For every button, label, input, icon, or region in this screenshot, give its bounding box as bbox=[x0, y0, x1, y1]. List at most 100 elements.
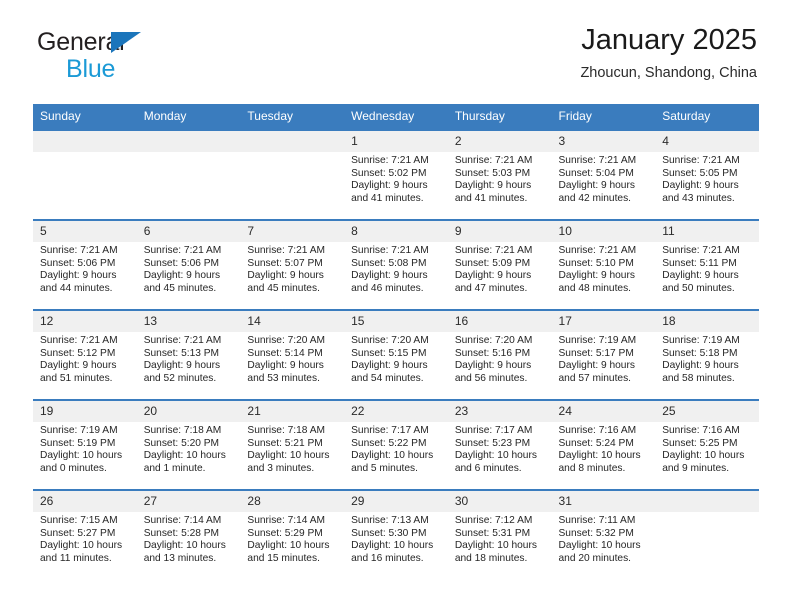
day-details: Sunrise: 7:15 AM Sunset: 5:27 PM Dayligh… bbox=[40, 515, 123, 564]
calendar-day-cell[interactable]: 1 Sunrise: 7:21 AM Sunset: 5:02 PM Daylig… bbox=[344, 129, 448, 220]
logo-blue-label: Blue bbox=[66, 55, 116, 83]
day-details: Sunrise: 7:21 AM Sunset: 5:04 PM Dayligh… bbox=[558, 155, 637, 204]
day-number bbox=[240, 131, 345, 152]
day-number: 30 bbox=[447, 491, 552, 512]
day-number: 14 bbox=[240, 311, 345, 332]
day-number: 10 bbox=[551, 221, 656, 242]
generalblue-logo[interactable]: General Blue bbox=[37, 28, 277, 84]
day-details: Sunrise: 7:21 AM Sunset: 5:06 PM Dayligh… bbox=[143, 245, 222, 294]
calendar-day-cell[interactable]: 24 Sunrise: 7:16 AM Sunset: 5:24 PM Dayli… bbox=[551, 399, 656, 490]
day-details bbox=[137, 152, 241, 155]
day-details bbox=[33, 152, 137, 155]
calendar-day-cell[interactable]: 31 Sunrise: 7:11 AM Sunset: 5:32 PM Dayli… bbox=[551, 489, 656, 579]
calendar-day-cell[interactable]: 21 Sunrise: 7:18 AM Sunset: 5:21 PM Dayli… bbox=[240, 399, 345, 490]
calendar-day-cell[interactable]: 18 Sunrise: 7:19 AM Sunset: 5:18 PM Dayli… bbox=[655, 309, 759, 400]
day-number: 20 bbox=[136, 401, 241, 422]
day-number: 1 bbox=[344, 131, 448, 152]
day-details: Sunrise: 7:21 AM Sunset: 5:02 PM Dayligh… bbox=[351, 155, 429, 204]
calendar-day-cell[interactable]: 15 Sunrise: 7:20 AM Sunset: 5:15 PM Dayli… bbox=[344, 309, 448, 400]
calendar-week-row: 12 Sunrise: 7:21 AM Sunset: 5:12 PM Dayli… bbox=[33, 309, 759, 400]
day-details: Sunrise: 7:21 AM Sunset: 5:07 PM Dayligh… bbox=[247, 245, 325, 294]
calendar-day-cell[interactable]: 17 Sunrise: 7:19 AM Sunset: 5:17 PM Dayli… bbox=[551, 309, 656, 400]
calendar-day-cell[interactable]: 3 Sunrise: 7:21 AM Sunset: 5:04 PM Daylig… bbox=[551, 129, 656, 220]
day-details: Sunrise: 7:16 AM Sunset: 5:25 PM Dayligh… bbox=[662, 425, 745, 474]
calendar-day-cell[interactable]: 13 Sunrise: 7:21 AM Sunset: 5:13 PM Dayli… bbox=[136, 309, 241, 400]
day-number bbox=[33, 131, 137, 152]
day-details: Sunrise: 7:19 AM Sunset: 5:18 PM Dayligh… bbox=[662, 335, 740, 384]
calendar-week-row: 5 Sunrise: 7:21 AM Sunset: 5:06 PM Daylig… bbox=[33, 219, 759, 310]
day-number: 8 bbox=[344, 221, 448, 242]
calendar-day-cell[interactable]: 29 Sunrise: 7:13 AM Sunset: 5:30 PM Dayli… bbox=[344, 489, 448, 579]
day-number: 12 bbox=[33, 311, 137, 332]
calendar-day-cell[interactable]: 7 Sunrise: 7:21 AM Sunset: 5:07 PM Daylig… bbox=[240, 219, 345, 310]
day-number: 15 bbox=[344, 311, 448, 332]
calendar-day-cell[interactable]: 10 Sunrise: 7:21 AM Sunset: 5:10 PM Dayli… bbox=[551, 219, 656, 310]
day-number: 24 bbox=[551, 401, 656, 422]
calendar-day-cell[interactable]: 16 Sunrise: 7:20 AM Sunset: 5:16 PM Dayli… bbox=[447, 309, 552, 400]
day-details: Sunrise: 7:13 AM Sunset: 5:30 PM Dayligh… bbox=[351, 515, 434, 564]
calendar-day-cell[interactable]: 14 Sunrise: 7:20 AM Sunset: 5:14 PM Dayli… bbox=[240, 309, 345, 400]
day-details: Sunrise: 7:21 AM Sunset: 5:11 PM Dayligh… bbox=[662, 245, 740, 294]
weekday-header-thursday: Thursday bbox=[447, 104, 552, 130]
day-details: Sunrise: 7:21 AM Sunset: 5:13 PM Dayligh… bbox=[143, 335, 222, 384]
day-details: Sunrise: 7:19 AM Sunset: 5:17 PM Dayligh… bbox=[558, 335, 637, 384]
calendar-week-row: 26 Sunrise: 7:15 AM Sunset: 5:27 PM Dayli… bbox=[33, 489, 759, 579]
day-details: Sunrise: 7:21 AM Sunset: 5:12 PM Dayligh… bbox=[40, 335, 118, 384]
day-details bbox=[655, 512, 759, 515]
calendar-day-cell[interactable]: 2 Sunrise: 7:21 AM Sunset: 5:03 PM Daylig… bbox=[447, 129, 552, 220]
day-details: Sunrise: 7:21 AM Sunset: 5:05 PM Dayligh… bbox=[662, 155, 740, 204]
calendar-day-cell[interactable]: 23 Sunrise: 7:17 AM Sunset: 5:23 PM Dayli… bbox=[447, 399, 552, 490]
calendar-day-cell[interactable]: 22 Sunrise: 7:17 AM Sunset: 5:22 PM Dayli… bbox=[344, 399, 448, 490]
weekday-header-wednesday: Wednesday bbox=[344, 104, 448, 130]
day-details: Sunrise: 7:21 AM Sunset: 5:08 PM Dayligh… bbox=[351, 245, 429, 294]
calendar-day-cell[interactable]: 27 Sunrise: 7:14 AM Sunset: 5:28 PM Dayli… bbox=[136, 489, 241, 579]
day-details: Sunrise: 7:21 AM Sunset: 5:03 PM Dayligh… bbox=[454, 155, 533, 204]
day-number: 5 bbox=[33, 221, 137, 242]
day-details: Sunrise: 7:14 AM Sunset: 5:28 PM Dayligh… bbox=[143, 515, 226, 564]
calendar-day-cell[interactable] bbox=[240, 129, 345, 220]
day-number: 2 bbox=[447, 131, 552, 152]
calendar-day-cell[interactable] bbox=[33, 129, 137, 220]
day-number: 25 bbox=[655, 401, 759, 422]
day-number: 7 bbox=[240, 221, 345, 242]
calendar-day-cell[interactable]: 5 Sunrise: 7:21 AM Sunset: 5:06 PM Daylig… bbox=[33, 219, 137, 310]
page-subtitle: Zhoucun, Shandong, China bbox=[580, 65, 757, 81]
logo-triangle-icon bbox=[111, 32, 141, 53]
day-number: 6 bbox=[136, 221, 241, 242]
calendar-day-cell[interactable]: 28 Sunrise: 7:14 AM Sunset: 5:29 PM Dayli… bbox=[240, 489, 345, 579]
day-number: 13 bbox=[136, 311, 241, 332]
calendar-day-cell[interactable]: 20 Sunrise: 7:18 AM Sunset: 5:20 PM Dayli… bbox=[136, 399, 241, 490]
calendar-day-cell[interactable]: 8 Sunrise: 7:21 AM Sunset: 5:08 PM Daylig… bbox=[344, 219, 448, 310]
weekday-header-tuesday: Tuesday bbox=[240, 104, 345, 130]
calendar-day-cell[interactable]: 9 Sunrise: 7:21 AM Sunset: 5:09 PM Daylig… bbox=[447, 219, 552, 310]
calendar-day-cell[interactable]: 30 Sunrise: 7:12 AM Sunset: 5:31 PM Dayli… bbox=[447, 489, 552, 579]
day-number: 23 bbox=[447, 401, 552, 422]
day-details: Sunrise: 7:11 AM Sunset: 5:32 PM Dayligh… bbox=[558, 515, 641, 564]
day-number: 19 bbox=[33, 401, 137, 422]
logo-text-general: General bbox=[37, 28, 277, 56]
day-number: 21 bbox=[240, 401, 345, 422]
calendar-day-cell[interactable]: 19 Sunrise: 7:19 AM Sunset: 5:19 PM Dayli… bbox=[33, 399, 137, 490]
calendar-body: 1 Sunrise: 7:21 AM Sunset: 5:02 PM Daylig… bbox=[33, 129, 759, 579]
day-number: 17 bbox=[551, 311, 656, 332]
calendar-day-cell[interactable]: 12 Sunrise: 7:21 AM Sunset: 5:12 PM Dayli… bbox=[33, 309, 137, 400]
calendar-page: General Blue January 2025 Zhoucun, Shand… bbox=[0, 0, 792, 612]
calendar-day-cell[interactable] bbox=[136, 129, 241, 220]
calendar-day-cell[interactable]: 11 Sunrise: 7:21 AM Sunset: 5:11 PM Dayli… bbox=[655, 219, 759, 310]
day-details: Sunrise: 7:17 AM Sunset: 5:23 PM Dayligh… bbox=[454, 425, 537, 474]
sunrise-sunset-calendar: Sunday Monday Tuesday Wednesday Thursday… bbox=[33, 104, 759, 579]
calendar-day-cell[interactable]: 6 Sunrise: 7:21 AM Sunset: 5:06 PM Daylig… bbox=[136, 219, 241, 310]
day-number: 28 bbox=[240, 491, 345, 512]
day-details: Sunrise: 7:17 AM Sunset: 5:22 PM Dayligh… bbox=[351, 425, 434, 474]
day-details bbox=[240, 152, 344, 155]
calendar-day-cell[interactable]: 25 Sunrise: 7:16 AM Sunset: 5:25 PM Dayli… bbox=[655, 399, 759, 490]
calendar-day-cell[interactable] bbox=[655, 489, 759, 579]
calendar-day-cell[interactable]: 26 Sunrise: 7:15 AM Sunset: 5:27 PM Dayli… bbox=[33, 489, 137, 579]
day-details: Sunrise: 7:20 AM Sunset: 5:15 PM Dayligh… bbox=[351, 335, 429, 384]
day-number: 27 bbox=[136, 491, 241, 512]
day-number: 26 bbox=[33, 491, 137, 512]
page-title: January 2025 bbox=[581, 24, 757, 56]
page-header: General Blue January 2025 Zhoucun, Shand… bbox=[33, 0, 759, 104]
weekday-header-monday: Monday bbox=[136, 104, 241, 130]
calendar-day-cell[interactable]: 4 Sunrise: 7:21 AM Sunset: 5:05 PM Daylig… bbox=[655, 129, 759, 220]
